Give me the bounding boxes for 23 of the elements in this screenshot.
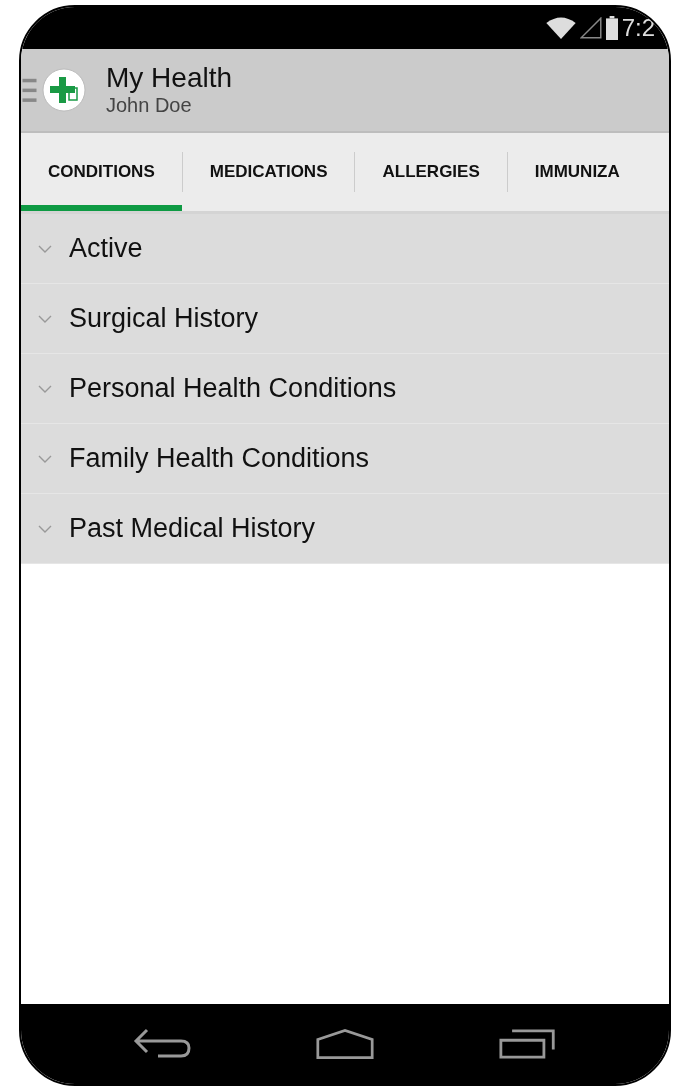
app-logo-icon[interactable] — [42, 68, 86, 112]
battery-icon — [605, 16, 618, 40]
section-row[interactable]: Personal Health Conditions — [21, 354, 669, 424]
app-title: My Health — [106, 63, 233, 94]
section-row[interactable]: Active — [21, 214, 669, 284]
section-label: Active — [69, 233, 143, 264]
signal-icon — [579, 17, 602, 39]
clock-time: 7:2 — [621, 14, 655, 42]
home-icon[interactable] — [316, 1028, 374, 1060]
tab[interactable]: ALLERGIES — [355, 133, 507, 211]
section-row[interactable]: Past Medical History — [21, 494, 669, 564]
wifi-icon — [545, 17, 576, 39]
section-label: Family Health Conditions — [69, 443, 370, 474]
section-label: Past Medical History — [69, 513, 316, 544]
tab[interactable]: IMMUNIZA — [507, 133, 647, 211]
section-label: Surgical History — [69, 303, 259, 334]
user-name: John Doe — [106, 93, 193, 117]
section-row[interactable]: Family Health Conditions — [21, 424, 669, 494]
section-row[interactable]: Surgical History — [21, 284, 669, 354]
tab[interactable]: MEDICATIONS — [182, 133, 355, 211]
back-icon[interactable] — [133, 1028, 192, 1060]
recent-apps-icon[interactable] — [498, 1028, 557, 1060]
section-label: Personal Health Conditions — [69, 373, 397, 404]
